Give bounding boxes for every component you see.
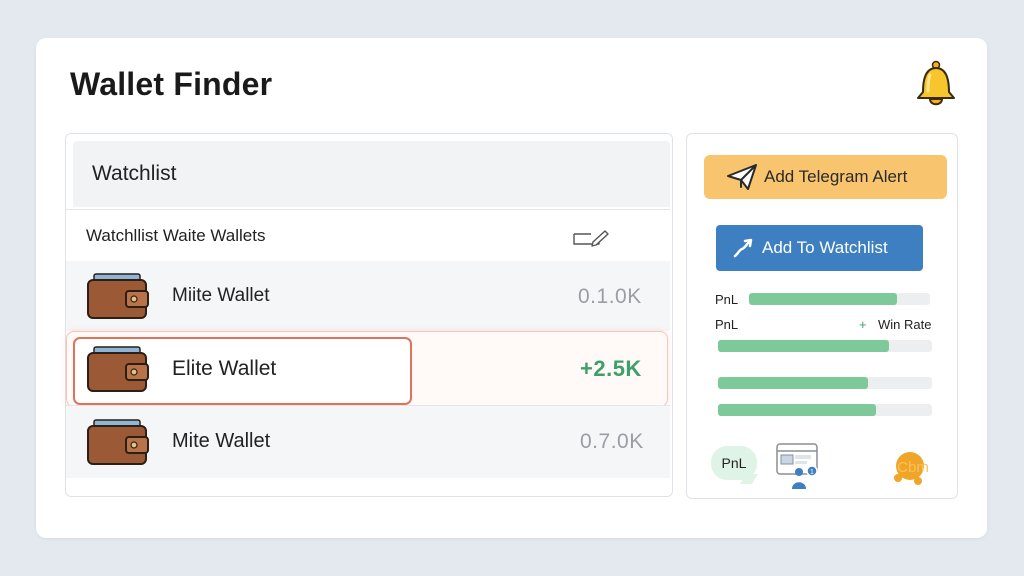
plus-sign: + <box>859 317 867 332</box>
watchlist-title: Watchlist <box>92 162 177 185</box>
win-rate-label: Win Rate <box>878 317 932 332</box>
watchlist-subheader-label: Watchllist Waite Wallets <box>86 226 266 245</box>
stat-bar-fill <box>718 377 868 389</box>
wallet-icon <box>87 346 149 392</box>
wallet-icon <box>87 419 149 465</box>
wallet-name: Mite Wallet <box>172 430 271 452</box>
win-rate-bar <box>718 340 932 352</box>
pencil-icon[interactable] <box>571 228 609 248</box>
bell-icon[interactable] <box>910 58 962 110</box>
add-to-watchlist-button[interactable]: Add To Watchlist <box>716 225 923 271</box>
pnl-bar-fill <box>749 293 898 305</box>
wallet-name: Elite Wallet <box>172 357 277 380</box>
pnl-label: PnL <box>715 292 739 307</box>
page-title: Wallet Finder <box>70 66 273 102</box>
win-rate-bar-fill <box>718 340 890 352</box>
svg-text:1: 1 <box>810 469 814 476</box>
trend-arrow-icon <box>733 238 753 258</box>
pnl-bar <box>749 293 930 305</box>
pnl-badge: PnL <box>711 446 757 480</box>
wallet-value: 0.1.0K <box>578 285 642 308</box>
wallet-value: +2.5K <box>580 356 642 381</box>
brand-logo-text: Cbm <box>897 459 929 476</box>
add-telegram-alert-button[interactable]: Add Telegram Alert <box>704 155 947 199</box>
stat-bar-fill <box>718 404 877 416</box>
brand-logo: Cbm <box>894 452 929 485</box>
wallet-name: Miite Wallet <box>172 285 270 306</box>
stat-bar <box>718 404 932 416</box>
browser-users-icon[interactable]: 1 <box>775 442 821 492</box>
add-to-watchlist-label: Add To Watchlist <box>762 238 888 257</box>
stat-bar <box>718 377 932 389</box>
wallet-icon <box>87 273 149 319</box>
add-telegram-alert-label: Add Telegram Alert <box>764 167 908 186</box>
paper-plane-icon <box>727 164 757 190</box>
wallet-value: 0.7.0K <box>580 430 644 453</box>
pnl-label: PnL <box>715 317 739 332</box>
